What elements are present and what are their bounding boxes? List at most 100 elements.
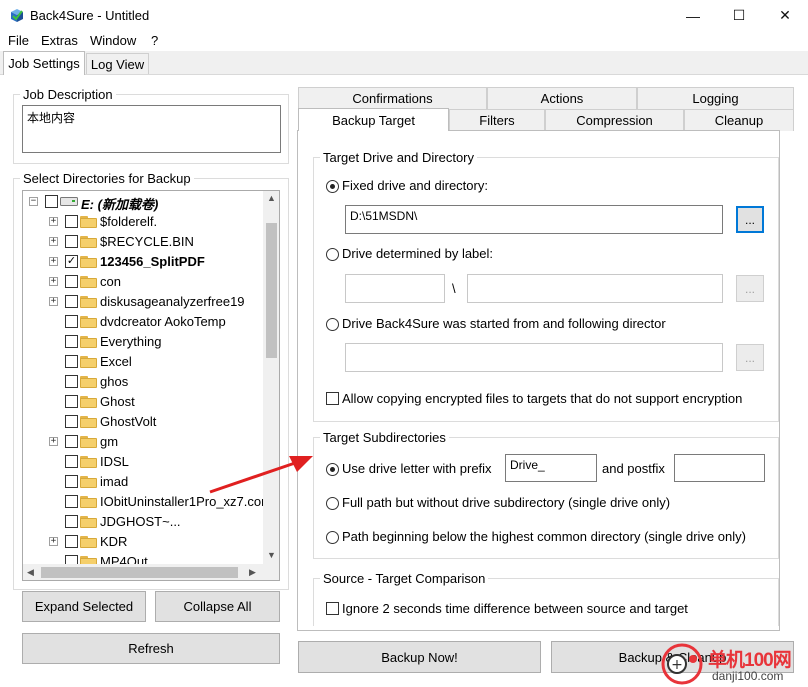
expand-icon[interactable]: + bbox=[49, 217, 58, 226]
folder-label: Excel bbox=[100, 354, 132, 369]
tree-row[interactable]: + KDR bbox=[23, 531, 263, 551]
folder-checkbox[interactable] bbox=[65, 215, 78, 228]
folder-checkbox[interactable] bbox=[65, 435, 78, 448]
tab-job-settings[interactable]: Job Settings bbox=[3, 51, 85, 75]
folder-checkbox[interactable] bbox=[65, 535, 78, 548]
expand-icon[interactable]: + bbox=[49, 437, 58, 446]
tree-row[interactable]: + $RECYCLE.BIN bbox=[23, 231, 263, 251]
fixed-drive-input[interactable]: D:\51MSDN\ bbox=[345, 205, 723, 234]
folder-checkbox[interactable] bbox=[65, 475, 78, 488]
tree-row[interactable]: + $folderelf. bbox=[23, 211, 263, 231]
tree-hscroll-thumb[interactable] bbox=[41, 567, 238, 578]
tab-filters[interactable]: Filters bbox=[449, 109, 545, 131]
tree-row[interactable]: JDGHOST~... bbox=[23, 511, 263, 531]
scroll-left-icon[interactable]: ◀ bbox=[27, 567, 34, 578]
folder-icon bbox=[80, 335, 98, 348]
drive-icon bbox=[60, 197, 78, 206]
expand-icon[interactable]: + bbox=[49, 257, 58, 266]
expand-selected-button[interactable]: Expand Selected bbox=[22, 591, 146, 622]
tree-row[interactable]: + ✓ 123456_SplitPDF bbox=[23, 251, 263, 271]
folder-icon bbox=[80, 215, 98, 228]
folder-icon bbox=[80, 495, 98, 508]
tree-row[interactable]: + diskusageanalyzerfree19 bbox=[23, 291, 263, 311]
tree-row[interactable]: Excel bbox=[23, 351, 263, 371]
job-description-input[interactable]: 本地内容 bbox=[22, 105, 281, 153]
tab-actions[interactable]: Actions bbox=[487, 87, 637, 109]
tree-row[interactable]: Ghost bbox=[23, 391, 263, 411]
tab-backup-target[interactable]: Backup Target bbox=[298, 108, 449, 131]
folder-checkbox[interactable] bbox=[65, 415, 78, 428]
directory-tree[interactable]: − E: (新加载卷) + $folderelf. + $RECYCLE.BIN + ✓ 1… bbox=[22, 190, 280, 581]
drive-label-input[interactable] bbox=[345, 274, 445, 303]
tree-row[interactable]: + con bbox=[23, 271, 263, 291]
menu-extras[interactable]: Extras bbox=[41, 33, 78, 48]
folder-checkbox[interactable] bbox=[65, 355, 78, 368]
allow-encrypted-checkbox[interactable] bbox=[326, 392, 339, 405]
browse-fixed-button[interactable]: ... bbox=[736, 206, 764, 233]
tab-logging[interactable]: Logging bbox=[637, 87, 794, 109]
maximize-button[interactable]: ☐ bbox=[716, 0, 762, 31]
scroll-down-icon[interactable]: ▼ bbox=[267, 550, 276, 560]
folder-icon bbox=[80, 475, 98, 488]
folder-label: KDR bbox=[100, 534, 128, 549]
browse-label-button[interactable]: ... bbox=[736, 275, 764, 302]
tree-row[interactable]: Everything bbox=[23, 331, 263, 351]
tree-horizontal-scrollbar[interactable]: ◀ ▶ bbox=[23, 564, 263, 580]
folder-checkbox[interactable]: ✓ bbox=[65, 255, 78, 268]
minimize-button[interactable]: — bbox=[670, 0, 716, 31]
folder-checkbox[interactable] bbox=[65, 275, 78, 288]
collapse-all-button[interactable]: Collapse All bbox=[155, 591, 280, 622]
backup-now-button[interactable]: Backup Now! bbox=[298, 641, 541, 673]
expand-icon[interactable]: + bbox=[49, 537, 58, 546]
tree-root-row[interactable]: − E: (新加载卷) bbox=[23, 191, 263, 212]
scroll-right-icon[interactable]: ▶ bbox=[249, 567, 256, 578]
prefix-input[interactable]: Drive_ bbox=[505, 454, 597, 482]
tab-compression[interactable]: Compression bbox=[545, 109, 684, 131]
refresh-button[interactable]: Refresh bbox=[22, 633, 280, 664]
folder-checkbox[interactable] bbox=[65, 375, 78, 388]
postfix-input[interactable] bbox=[674, 454, 765, 482]
below-common-radio[interactable] bbox=[326, 531, 339, 544]
target-drive-label: Target Drive and Directory bbox=[320, 150, 477, 165]
menu-file[interactable]: File bbox=[8, 33, 29, 48]
folder-checkbox[interactable] bbox=[65, 515, 78, 528]
root-checkbox[interactable] bbox=[45, 195, 58, 208]
full-path-radio[interactable] bbox=[326, 497, 339, 510]
menu-help[interactable]: ? bbox=[151, 33, 158, 48]
tree-row[interactable]: dvdcreator AokoTemp bbox=[23, 311, 263, 331]
folder-label: dvdcreator AokoTemp bbox=[100, 314, 226, 329]
tab-cleanup[interactable]: Cleanup bbox=[684, 109, 794, 131]
folder-checkbox[interactable] bbox=[65, 315, 78, 328]
expand-icon[interactable]: + bbox=[49, 277, 58, 286]
tree-row[interactable]: ghos bbox=[23, 371, 263, 391]
folder-label: Everything bbox=[100, 334, 162, 349]
expand-icon[interactable]: + bbox=[49, 237, 58, 246]
folder-icon bbox=[80, 395, 98, 408]
tree-vscroll-thumb[interactable] bbox=[266, 223, 277, 358]
tab-log-view[interactable]: Log View bbox=[86, 53, 149, 75]
expand-icon[interactable]: + bbox=[49, 297, 58, 306]
scroll-up-icon[interactable]: ▲ bbox=[267, 193, 276, 203]
folder-checkbox[interactable] bbox=[65, 455, 78, 468]
folder-checkbox[interactable] bbox=[65, 395, 78, 408]
tab-confirmations[interactable]: Confirmations bbox=[298, 87, 487, 109]
directories-label: Select Directories for Backup bbox=[20, 171, 194, 186]
tree-vertical-scrollbar[interactable]: ▲ ▼ bbox=[263, 191, 279, 564]
browse-started-button[interactable]: ... bbox=[736, 344, 764, 371]
fixed-drive-radio[interactable] bbox=[326, 180, 339, 193]
folder-checkbox[interactable] bbox=[65, 495, 78, 508]
folder-checkbox[interactable] bbox=[65, 335, 78, 348]
menu-window[interactable]: Window bbox=[90, 33, 136, 48]
drive-label-radio[interactable] bbox=[326, 248, 339, 261]
folder-checkbox[interactable] bbox=[65, 235, 78, 248]
label-path-input[interactable] bbox=[467, 274, 723, 303]
watermark-text: 单机100网 bbox=[708, 650, 792, 671]
use-letter-radio[interactable] bbox=[326, 463, 339, 476]
collapse-icon[interactable]: − bbox=[29, 197, 38, 206]
tree-row[interactable]: GhostVolt bbox=[23, 411, 263, 431]
ignore-2s-checkbox[interactable] bbox=[326, 602, 339, 615]
folder-checkbox[interactable] bbox=[65, 295, 78, 308]
started-from-radio[interactable] bbox=[326, 318, 339, 331]
started-from-input[interactable] bbox=[345, 343, 723, 372]
close-button[interactable]: ✕ bbox=[762, 0, 808, 31]
